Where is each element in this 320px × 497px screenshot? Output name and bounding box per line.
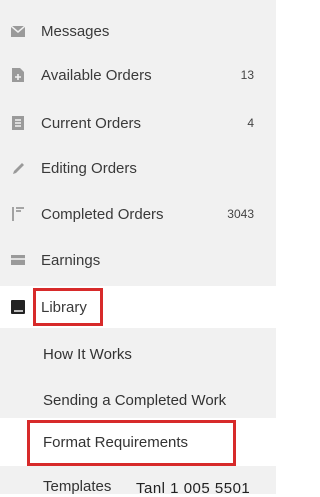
list-icon	[11, 116, 25, 130]
sidebar-item-label: Completed Orders	[41, 205, 164, 223]
sidebar-item-label: Library	[41, 298, 87, 316]
wallet-icon	[11, 253, 25, 267]
sidebar-item-editing-orders[interactable]: Editing Orders	[0, 153, 276, 183]
order-count-badge: 13	[240, 68, 254, 82]
sidebar-nav: Messages Available Orders 13 Current Ord…	[0, 0, 276, 495]
sidebar-item-current-orders[interactable]: Current Orders 4	[0, 108, 276, 138]
library-subitem-label: Templates	[43, 478, 112, 495]
sidebar-item-label: Available Orders	[41, 66, 152, 84]
sidebar-item-earnings[interactable]: Earnings	[0, 245, 276, 275]
library-subitem-label: Format Requirements	[43, 434, 189, 451]
sidebar-item-label: Earnings	[41, 251, 101, 269]
library-subitem-how-it-works[interactable]: How It Works	[0, 340, 276, 370]
document-plus-icon	[11, 68, 25, 82]
order-count-badge: 3043	[227, 207, 254, 221]
sidebar-item-label: Editing Orders	[41, 159, 137, 177]
library-subitem-sending-completed-work[interactable]: Sending a Completed Work	[0, 386, 276, 416]
sidebar-item-library[interactable]: Library	[0, 286, 276, 328]
sidebar-item-available-orders[interactable]: Available Orders 13	[0, 60, 276, 90]
overlay-text: Tanl 1 005 5501	[136, 480, 251, 497]
library-subitem-label: Sending a Completed Work	[43, 392, 227, 409]
envelope-icon	[11, 24, 25, 38]
sidebar-item-messages[interactable]: Messages	[0, 16, 276, 46]
sidebar-item-label: Messages	[41, 22, 110, 40]
sidebar-item-label: Current Orders	[41, 114, 142, 132]
order-count-badge: 4	[247, 116, 254, 130]
book-icon	[11, 300, 25, 314]
sidebar-item-completed-orders[interactable]: Completed Orders 3043	[0, 199, 276, 229]
library-subitem-format-requirements[interactable]: Format Requirements	[0, 418, 276, 466]
pencil-icon	[11, 161, 25, 175]
flag-icon	[11, 207, 25, 221]
library-subitem-label: How It Works	[43, 346, 132, 363]
